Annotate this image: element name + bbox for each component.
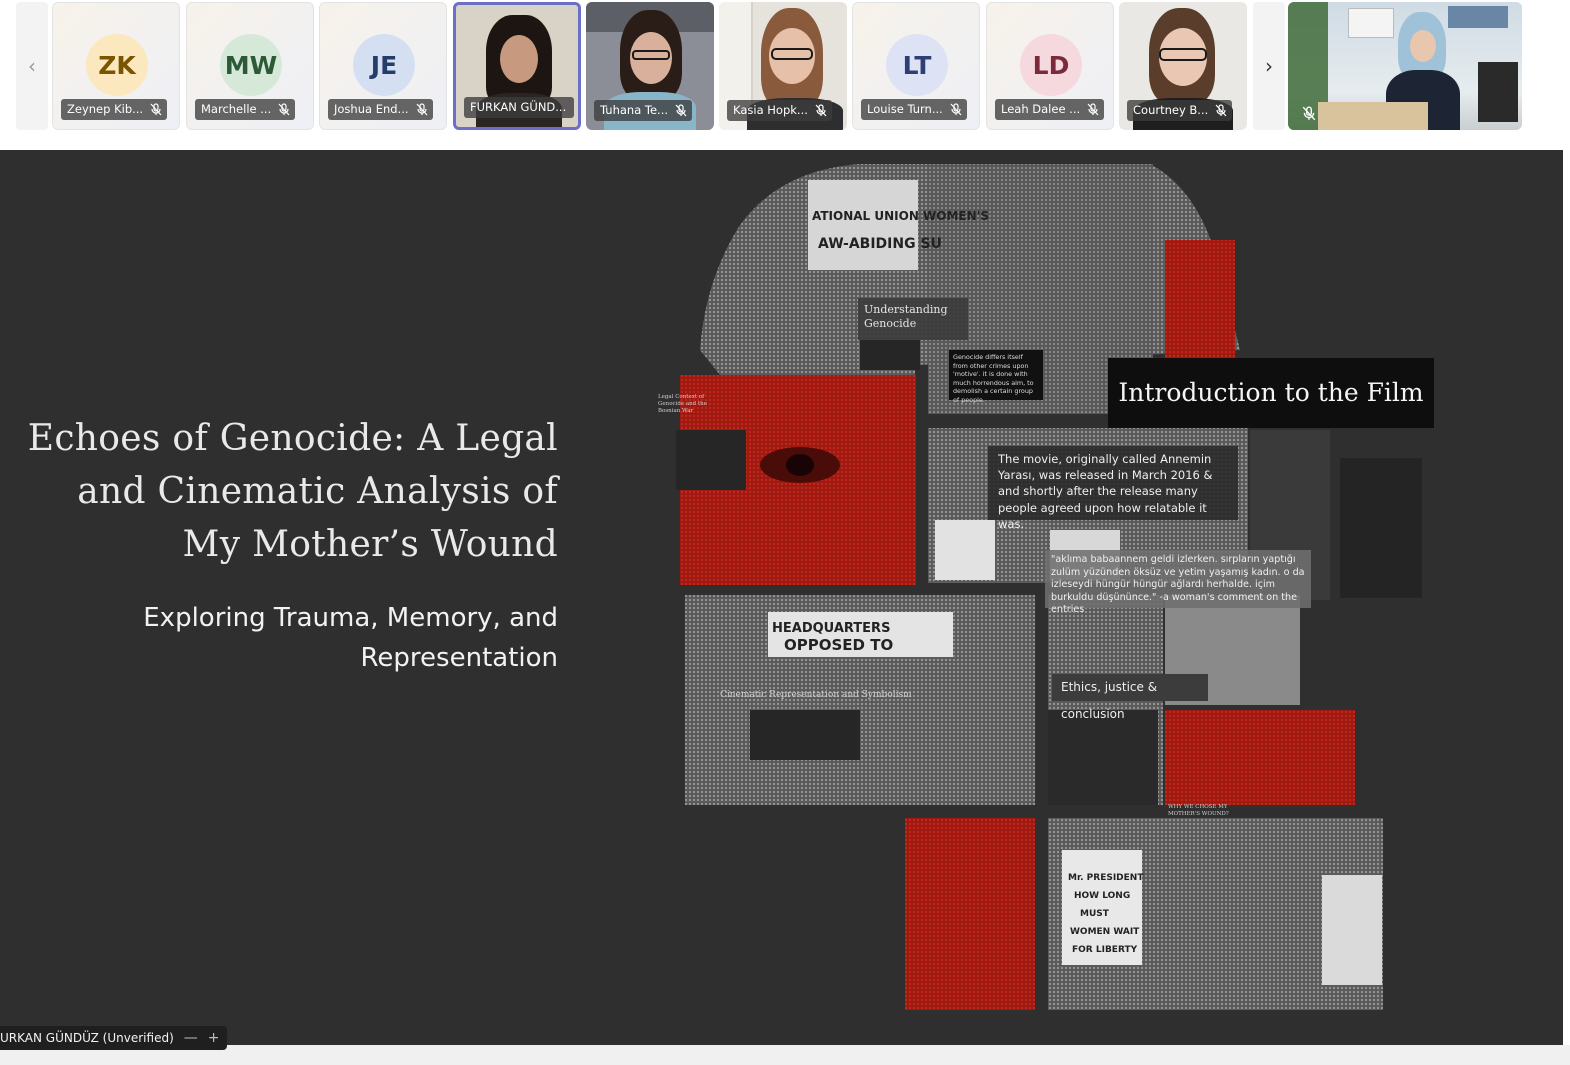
legal-context-label: Legal Context of Genocide and the Bosnia… xyxy=(658,394,707,414)
svg-text:Mr. PRESIDENT: Mr. PRESIDENT xyxy=(1068,873,1144,883)
previous-participants-button[interactable]: ‹ xyxy=(16,2,48,130)
participant-name: FURKAN GÜND... xyxy=(470,100,567,114)
participant-name-chip: Tuhana Te... xyxy=(594,100,693,121)
mic-muted-icon xyxy=(416,103,427,116)
glasses-icon xyxy=(771,48,813,60)
next-participants-button[interactable]: › xyxy=(1253,2,1285,130)
zoom-in-button[interactable]: + xyxy=(208,1026,220,1050)
svg-text:OPPOSED TO: OPPOSED TO xyxy=(784,636,893,654)
monitor xyxy=(1478,62,1518,122)
participant-video-tile[interactable]: Tuhana Te... xyxy=(586,2,714,130)
mic-muted-icon xyxy=(675,104,687,117)
slide-title: Echoes of Genocide: A Legal and Cinemati… xyxy=(27,418,558,565)
presenter-video[interactable] xyxy=(1288,2,1522,130)
mic-muted-icon xyxy=(1087,103,1099,116)
mic-muted-icon xyxy=(150,103,162,116)
desk xyxy=(1318,102,1428,130)
chevron-right-icon: › xyxy=(1265,54,1273,78)
avatar: LT xyxy=(886,34,948,96)
participant-name: Tuhana Te... xyxy=(600,103,669,117)
cinematic-representation-label: Cinematic Representation and Symbolism xyxy=(720,690,912,700)
svg-text:HEADQUARTERS: HEADQUARTERS xyxy=(772,621,890,636)
svg-text:ATIONAL UNION WOMEN'S: ATIONAL UNION WOMEN'S xyxy=(812,209,989,223)
avatar: ZK xyxy=(86,34,148,96)
svg-text:WOMEN WAIT: WOMEN WAIT xyxy=(1070,927,1140,937)
mic-muted-icon xyxy=(1215,104,1227,117)
avatar: MW xyxy=(220,34,282,96)
participant-tile[interactable]: MW Marchelle ... xyxy=(186,2,314,130)
glasses-icon xyxy=(632,50,670,60)
participant-name: Leah Dalee ... xyxy=(1001,102,1081,116)
zoom-out-button[interactable]: — xyxy=(184,1026,198,1050)
participant-video-tile[interactable]: Courtney B... xyxy=(1119,2,1247,130)
mic-muted-icon xyxy=(950,103,962,116)
mic-muted-icon xyxy=(278,103,290,116)
svg-text:FOR LIBERTY: FOR LIBERTY xyxy=(1072,945,1138,955)
participant-name: Courtney B... xyxy=(1133,103,1209,117)
participant-name: Zeynep Kib... xyxy=(67,102,144,116)
presenter-name-chip: URKAN GÜNDÜZ (Unverified) — + xyxy=(0,1026,228,1050)
participant-name-chip: Marchelle ... xyxy=(195,99,296,120)
movie-description: The movie, originally called Annemin Yar… xyxy=(988,446,1238,531)
chevron-left-icon: ‹ xyxy=(28,54,36,78)
participant-name: Marchelle ... xyxy=(201,102,272,116)
participant-tile[interactable]: ZK Zeynep Kib... xyxy=(52,2,180,130)
why-we-chose-label: WHY WE CHOSE MY MOTHER'S WOUND? xyxy=(1168,804,1229,817)
participant-strip: ‹ ZK Zeynep Kib... MW Marchelle ... JE J… xyxy=(0,0,1570,150)
participant-name-chip: Joshua End... xyxy=(328,99,433,120)
participant-name-chip: FURKAN GÜND... xyxy=(464,97,574,118)
glasses-icon xyxy=(1159,48,1207,61)
participant-tile[interactable]: JE Joshua End... xyxy=(319,2,447,130)
genocide-definition-text: Genocide differs itself from other crime… xyxy=(949,350,1043,404)
participant-name-chip: Kasia Hopk... xyxy=(727,100,832,121)
intro-heading: Introduction to the Film xyxy=(1108,358,1434,428)
avatar: JE xyxy=(353,34,415,96)
wall-poster xyxy=(1448,6,1508,28)
participant-name-chip: Louise Turn... xyxy=(861,99,967,120)
presenter-name: URKAN GÜNDÜZ (Unverified) xyxy=(0,1031,174,1045)
participant-name: Kasia Hopk... xyxy=(733,103,808,117)
participant-face xyxy=(500,35,538,83)
stage-edge xyxy=(1563,150,1570,1045)
participant-tile[interactable]: LT Louise Turn... xyxy=(852,2,980,130)
mic-muted-icon xyxy=(815,104,827,117)
participant-video-tile[interactable]: Kasia Hopk... xyxy=(719,2,847,130)
svg-text:HOW LONG: HOW LONG xyxy=(1074,891,1130,901)
participant-name: Louise Turn... xyxy=(867,102,943,116)
mic-muted-icon xyxy=(1302,106,1316,121)
bottom-bar xyxy=(0,1045,1570,1065)
participant-name: Joshua End... xyxy=(334,102,409,116)
participant-face xyxy=(1410,30,1436,62)
participant-tile[interactable]: LD Leah Dalee ... xyxy=(986,2,1114,130)
participant-name-chip: Zeynep Kib... xyxy=(61,99,168,120)
shared-screen: ATIONAL UNION WOMEN'S AW-ABIDING SU HEAD… xyxy=(0,150,1563,1045)
understanding-genocide-label: Understanding Genocide xyxy=(858,298,968,340)
slide-subtitle: Exploring Trauma, Memory, and Representa… xyxy=(143,603,558,673)
ethics-justice-label: Ethics, justice & conclusion xyxy=(1052,674,1208,721)
viewer-quote: "aklıma babaannem geldi izlerken. sırpla… xyxy=(1045,550,1311,615)
svg-text:MUST: MUST xyxy=(1080,909,1110,919)
avatar: LD xyxy=(1020,34,1082,96)
participant-video-tile-active[interactable]: FURKAN GÜND... xyxy=(453,2,581,130)
participant-name-chip: Leah Dalee ... xyxy=(995,99,1105,120)
svg-text:AW-ABIDING SU: AW-ABIDING SU xyxy=(818,236,942,252)
wall-poster xyxy=(1348,8,1394,38)
participant-name-chip: Courtney B... xyxy=(1127,100,1233,121)
